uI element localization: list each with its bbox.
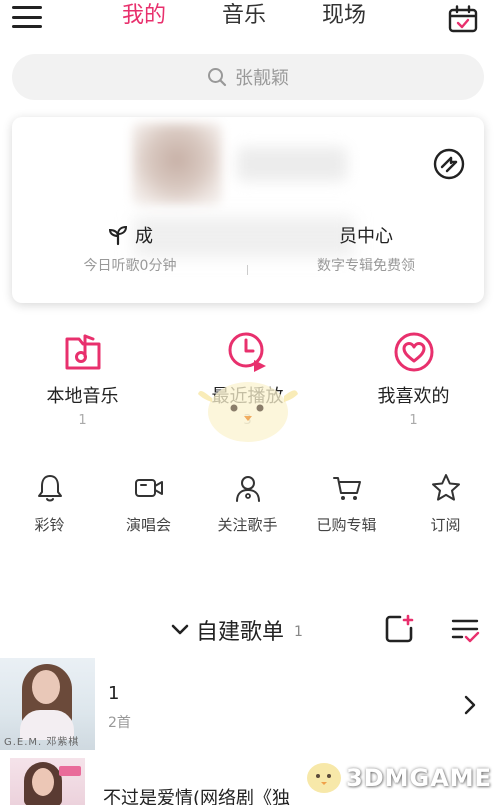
favorite-entry[interactable]: 我喜欢的 1 — [331, 330, 496, 428]
calendar-check-icon[interactable] — [448, 5, 478, 33]
favorite-label: 我喜欢的 — [377, 386, 450, 407]
main-tabs: 我的 音乐 现场 — [110, 0, 390, 32]
add-playlist-icon[interactable] — [384, 614, 414, 644]
watermark-logo: 3DMGAME — [300, 752, 496, 805]
switch-mode-icon[interactable] — [432, 147, 466, 181]
tab-live[interactable]: 现场 — [322, 0, 366, 32]
search-placeholder: 张靓颖 — [235, 68, 289, 89]
followed-singers-entry[interactable]: 关注歌手 — [198, 472, 297, 535]
purchased-albums-label: 已购专辑 — [316, 516, 377, 534]
cover-text: G.E.M. 邓紫棋 — [4, 737, 80, 748]
manage-playlists-icon[interactable] — [450, 616, 480, 644]
local-music-count: 1 — [78, 413, 87, 428]
tab-mine[interactable]: 我的 — [122, 0, 166, 32]
song-title: 不过是爱情(网络剧《独 — [103, 788, 291, 805]
star-icon — [431, 474, 460, 501]
playlist-item[interactable]: G.E.M. 邓紫棋 1 2首 — [0, 658, 496, 750]
camera-icon — [134, 479, 163, 497]
search-bar[interactable]: 张靓颖 — [12, 54, 484, 100]
profile-card[interactable]: 成 今日听歌0分钟 员中心 数字专辑免费领 — [12, 117, 484, 303]
watermark-text: 3DMGAME — [346, 764, 493, 792]
member-center-title: 员中心 — [339, 226, 393, 247]
song-cover — [10, 758, 85, 805]
listen-time-text: 今日听歌0分钟 — [83, 258, 177, 274]
ringtone-label: 彩铃 — [34, 516, 65, 534]
playlist-cover: G.E.M. 邓紫棋 — [0, 658, 95, 750]
cart-icon — [332, 477, 361, 500]
chevron-right-icon — [464, 695, 476, 715]
growth-title: 成 — [135, 226, 153, 247]
bell-icon — [37, 475, 62, 502]
favorite-icon — [394, 332, 433, 372]
menu-icon[interactable] — [10, 4, 44, 30]
member-center-subtitle: 数字专辑免费领 — [317, 258, 415, 274]
ringtone-entry[interactable]: 彩铃 — [0, 472, 99, 535]
concert-entry[interactable]: 演唱会 — [99, 472, 198, 535]
purchased-albums-entry[interactable]: 已购专辑 — [297, 472, 396, 535]
playlist-track-count: 2首 — [108, 715, 131, 731]
favorite-count: 1 — [409, 413, 418, 428]
sprout-icon — [108, 225, 128, 246]
avatar[interactable] — [132, 123, 222, 205]
top-bar: 我的 音乐 现场 — [0, 0, 496, 46]
singer-icon — [235, 476, 260, 502]
listen-growth[interactable]: 成 今日听歌0分钟 — [12, 221, 248, 275]
username-blurred — [237, 147, 347, 181]
concert-label: 演唱会 — [125, 516, 171, 534]
subscription-entry[interactable]: 订阅 — [396, 472, 495, 535]
followed-singers-label: 关注歌手 — [217, 516, 278, 534]
local-music-icon — [65, 334, 100, 370]
mascot-sticker — [198, 382, 298, 442]
local-music-entry[interactable]: 本地音乐 1 — [0, 330, 165, 428]
my-playlists-header[interactable]: 自建歌单 1 — [170, 614, 303, 646]
search-icon — [208, 68, 227, 87]
local-music-label: 本地音乐 — [46, 386, 119, 407]
my-playlists-title: 自建歌单 — [196, 620, 285, 645]
subscription-label: 订阅 — [430, 516, 461, 534]
member-center[interactable]: 员中心 数字专辑免费领 — [248, 221, 484, 275]
watermark-mascot-icon — [307, 763, 341, 793]
chevron-down-icon — [171, 624, 189, 635]
my-playlists-count: 1 — [294, 624, 303, 640]
tab-music[interactable]: 音乐 — [222, 0, 266, 32]
playlist-name: 1 — [108, 683, 120, 704]
